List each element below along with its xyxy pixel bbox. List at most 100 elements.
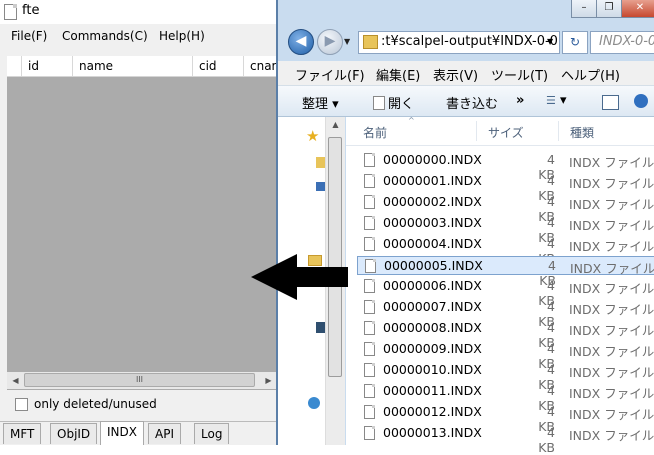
column-size[interactable]: サイズ (488, 124, 524, 141)
scroll-right-icon[interactable]: ▶ (260, 372, 277, 389)
refresh-icon[interactable]: ↻ (562, 31, 588, 54)
network-icon[interactable] (308, 397, 320, 409)
folder-icon[interactable] (316, 157, 325, 168)
file-row[interactable]: 00000006.INDX 4 KB INDX ファイル (357, 277, 654, 308)
file-icon (364, 195, 375, 209)
menu-edit[interactable]: 編集(E) (376, 65, 420, 84)
file-row[interactable]: 00000004.INDX 4 KB INDX ファイル (357, 235, 654, 266)
burn-button[interactable]: 書き込む (446, 93, 498, 112)
file-name: 00000007.INDX (383, 299, 482, 314)
file-type: INDX ファイル (569, 344, 654, 359)
record-list[interactable]: id name cid cnam (7, 56, 277, 390)
file-list: ^ 名前 サイズ 種類 00000000.INDX 4 KB INDX ファイル… (346, 116, 654, 455)
explorer-menu-bar: ファイル(F) 編集(E) 表示(V) ツール(T) ヘルプ(H) (278, 61, 654, 86)
scroll-left-icon[interactable]: ◀ (7, 372, 24, 389)
forward-icon[interactable]: ▶ (317, 29, 343, 55)
file-name: 00000010.INDX (383, 362, 482, 377)
file-name: 00000002.INDX (383, 194, 482, 209)
view-options-button[interactable]: ☰ ▾ (546, 93, 567, 108)
desktop-icon[interactable] (316, 182, 325, 191)
file-type: INDX ファイル (569, 281, 654, 296)
column-name[interactable]: name (72, 56, 192, 76)
file-row[interactable]: 00000009.INDX 4 KB INDX ファイル (357, 340, 654, 371)
file-icon (364, 363, 375, 377)
history-dropdown-icon[interactable]: ▼ (344, 37, 350, 46)
file-name: 00000008.INDX (383, 320, 482, 335)
file-type: INDX ファイル (569, 155, 654, 170)
column-cname[interactable]: cnam (243, 56, 277, 76)
navigation-bar: ◀ ▶ ▼ :t¥scalpel-output¥INDX-0-0 ▼ ↻ IND… (278, 24, 654, 59)
tab-mft[interactable]: MFT (3, 423, 42, 444)
preview-pane-icon[interactable] (602, 95, 619, 110)
address-text: :t¥scalpel-output¥INDX-0-0 (381, 34, 558, 49)
scroll-thumb[interactable]: III (24, 373, 255, 387)
tab-api[interactable]: API (148, 423, 181, 444)
file-row[interactable]: 00000008.INDX 4 KB INDX ファイル (357, 319, 654, 350)
file-name: 00000011.INDX (383, 383, 482, 398)
file-row[interactable]: 00000011.INDX 4 KB INDX ファイル (357, 382, 654, 413)
organize-button[interactable]: 整理 ▾ (302, 93, 339, 112)
file-row[interactable]: 00000012.INDX 4 KB INDX ファイル (357, 403, 654, 434)
file-icon (365, 259, 376, 273)
file-type: INDX ファイル (570, 261, 654, 276)
file-row[interactable]: 00000007.INDX 4 KB INDX ファイル (357, 298, 654, 329)
column-cid[interactable]: cid (192, 56, 243, 76)
menu-help[interactable]: ヘルプ(H) (561, 65, 620, 84)
back-icon[interactable]: ◀ (288, 29, 314, 55)
file-row[interactable]: 00000013.INDX 4 KB INDX ファイル (357, 424, 654, 455)
menu-tools[interactable]: ツール(T) (491, 65, 548, 84)
star-icon[interactable]: ★ (306, 127, 319, 145)
column-name[interactable]: 名前 (363, 124, 387, 141)
list-header: id name cid cnam (7, 56, 277, 77)
menu-commands[interactable]: Commands(C) (62, 29, 148, 43)
menu-file[interactable]: ファイル(F) (295, 65, 365, 84)
file-row[interactable]: 00000010.INDX 4 KB INDX ファイル (357, 361, 654, 392)
only-deleted-checkbox[interactable] (15, 398, 28, 411)
minimize-button[interactable]: – (571, 0, 597, 18)
search-input[interactable]: INDX-0-0 (590, 31, 654, 54)
close-button[interactable]: ✕ (621, 0, 654, 18)
command-bar: 整理 ▾ 開く 書き込む » ☰ ▾ (278, 86, 654, 117)
maximize-button[interactable]: ❐ (596, 0, 622, 18)
file-name: 00000004.INDX (383, 236, 482, 251)
tab-indx[interactable]: INDX (100, 421, 144, 445)
file-row[interactable]: 00000003.INDX 4 KB INDX ファイル (357, 214, 654, 245)
more-commands-button[interactable]: » (516, 93, 524, 108)
open-button[interactable]: 開く (373, 93, 414, 112)
tab-objid[interactable]: ObjID (50, 423, 98, 444)
help-icon[interactable] (634, 94, 648, 108)
column-select[interactable] (7, 56, 21, 76)
view-dropdown: ▾ (560, 93, 567, 108)
menu-file[interactable]: File(F) (11, 29, 47, 43)
column-id[interactable]: id (21, 56, 72, 76)
file-row[interactable]: 00000000.INDX 4 KB INDX ファイル (357, 151, 654, 182)
horizontal-scrollbar[interactable]: ◀ III ▶ (7, 372, 277, 389)
file-row[interactable]: 00000001.INDX 4 KB INDX ファイル (357, 172, 654, 203)
file-name: 00000001.INDX (383, 173, 482, 188)
file-icon (364, 279, 375, 293)
title-bar: fte (0, 0, 282, 24)
file-row[interactable]: 00000002.INDX 4 KB INDX ファイル (357, 193, 654, 224)
file-name: 00000005.INDX (384, 258, 483, 273)
file-type: INDX ファイル (569, 197, 654, 212)
column-separator[interactable] (558, 121, 559, 141)
tab-log[interactable]: Log (194, 423, 230, 444)
file-icon (364, 153, 375, 167)
address-bar[interactable]: :t¥scalpel-output¥INDX-0-0 ▼ (358, 31, 560, 54)
column-separator[interactable] (476, 121, 477, 141)
file-type: INDX ファイル (569, 302, 654, 317)
file-row-selected[interactable]: 00000005.INDX 4 KB INDX ファイル (357, 256, 654, 288)
view-icon: ☰ (546, 94, 556, 107)
address-dropdown-icon[interactable]: ▼ (547, 37, 553, 46)
file-type: INDX ファイル (569, 386, 654, 401)
column-type[interactable]: 種類 (570, 124, 594, 141)
file-type: INDX ファイル (569, 323, 654, 338)
file-icon (364, 384, 375, 398)
scroll-up-icon[interactable]: ▲ (326, 120, 345, 129)
menu-view[interactable]: 表示(V) (433, 65, 478, 84)
file-type: INDX ファイル (569, 365, 654, 380)
video-icon[interactable] (316, 322, 325, 333)
file-icon (364, 321, 375, 335)
file-icon (364, 426, 375, 440)
menu-help[interactable]: Help(H) (159, 29, 205, 43)
